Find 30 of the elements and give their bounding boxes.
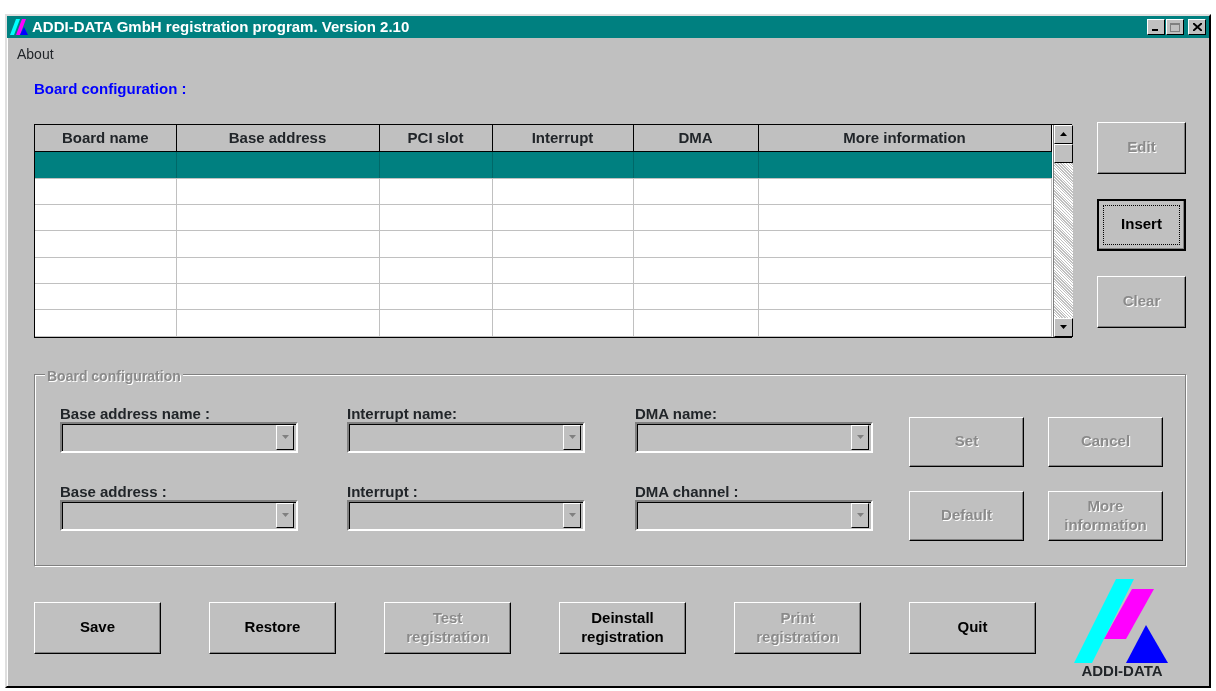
button[interactable]: Quit (909, 601, 1036, 654)
table-row[interactable] (35, 151, 1051, 179)
window-title: ADDI-DATA GmbH registration program. Version 2.10 (32, 16, 411, 37)
column-header[interactable]: Base address (176, 124, 379, 152)
column-header[interactable]: Interrupt (492, 124, 633, 152)
field-label: DMA channel : (635, 481, 740, 500)
button[interactable]: Insert (1097, 198, 1186, 251)
column-header[interactable]: More information (758, 124, 1051, 152)
field-label: Base address name : (60, 403, 212, 422)
field-label: Interrupt : (347, 481, 419, 500)
menu-item[interactable]: About (17, 46, 54, 62)
field-label: Interrupt name: (347, 403, 458, 422)
field-label: Base address : (60, 481, 168, 500)
section-title: Board configuration : (34, 79, 188, 99)
column-header[interactable]: DMA (633, 124, 758, 152)
button[interactable]: Deinstall registration (559, 601, 686, 654)
close-icon[interactable] (1192, 23, 1202, 31)
column-header[interactable]: PCI slot (379, 124, 492, 152)
close-button[interactable] (1188, 19, 1206, 35)
scroll-bar[interactable] (1052, 124, 1073, 337)
button[interactable]: Restore (209, 601, 336, 654)
logo-text: ADDI-DATA (1081, 662, 1163, 678)
scroll-thumb[interactable] (1053, 143, 1073, 163)
button[interactable]: Save (34, 601, 161, 654)
scroll-up-icon[interactable] (1059, 132, 1067, 136)
field-label: DMA name: (635, 403, 718, 422)
logo-icon (10, 19, 28, 35)
scroll-down-icon[interactable] (1059, 325, 1067, 329)
minimize-button[interactable] (1147, 19, 1165, 35)
column-header[interactable]: Board name (35, 124, 176, 152)
